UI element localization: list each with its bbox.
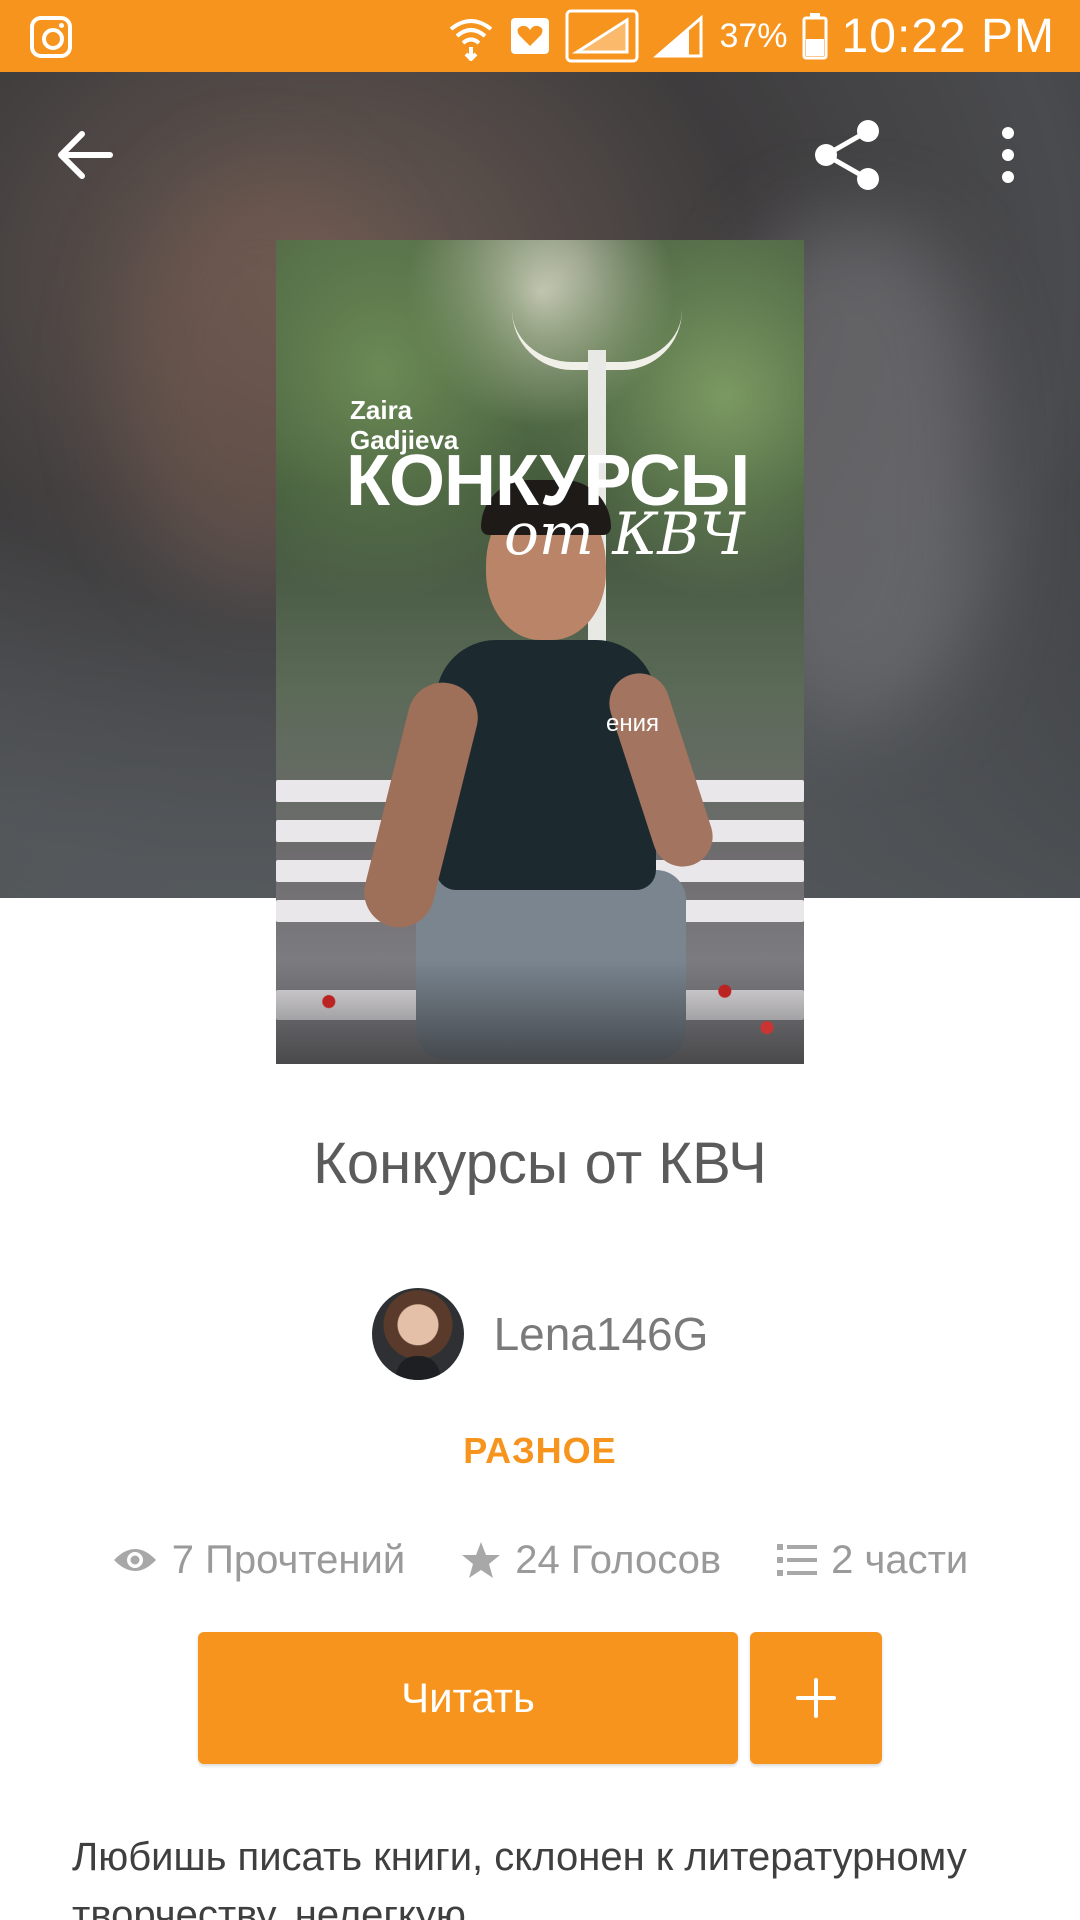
cover-script-title: от КВЧ	[504, 500, 745, 568]
read-button[interactable]: Читать	[198, 1632, 738, 1764]
avatar[interactable]	[371, 1288, 464, 1380]
read-button-label: Читать	[401, 1674, 535, 1721]
book-description: Любишь писать книги, склонен к литератур…	[72, 1835, 967, 1920]
add-to-library-button[interactable]	[750, 1632, 882, 1764]
stat-reads: 7 Прочтений	[112, 1538, 405, 1583]
status-bar: 37% 10:22 PM	[0, 0, 1080, 72]
book-title: Конкурсы от КВЧ	[313, 1131, 767, 1196]
list-icon	[777, 1544, 818, 1576]
stat-votes-label: 24 Голосов	[515, 1537, 722, 1582]
battery-percentage: 37%	[719, 16, 788, 55]
book-cover[interactable]: Zaira Gadjieva КОНКУРСЫ от КВЧ ения	[276, 240, 804, 1064]
wifi-icon	[450, 19, 493, 61]
cover-flowers	[276, 960, 804, 1064]
genre-label[interactable]: РАЗНОЕ	[0, 1430, 1080, 1472]
signal-icon	[565, 9, 639, 63]
stat-votes: 24 Голосов	[461, 1538, 721, 1583]
health-icon	[511, 18, 550, 54]
author-row[interactable]: Lena146G	[0, 1288, 1080, 1380]
cover-subtitle: ения	[606, 710, 660, 737]
signal-icon	[653, 14, 703, 58]
clock: 10:22 PM	[841, 9, 1055, 63]
more-vert-icon[interactable]	[990, 120, 1026, 190]
status-icons: 37% 10:22 PM	[447, 0, 1055, 72]
instagram-icon	[30, 16, 72, 58]
stat-parts: 2 части	[777, 1538, 968, 1583]
back-arrow-icon[interactable]	[50, 120, 120, 190]
battery-icon	[802, 13, 828, 60]
share-icon[interactable]	[810, 115, 890, 195]
stat-parts-label: 2 части	[831, 1537, 969, 1582]
author-name[interactable]: Lena146G	[494, 1307, 709, 1361]
eye-icon	[113, 1549, 156, 1571]
stat-reads-label: 7 Прочтений	[171, 1537, 406, 1582]
plus-icon	[796, 1678, 836, 1718]
star-icon	[462, 1542, 501, 1578]
book-stats: 7 Прочтений 24 Голосов 2 части	[0, 1530, 1080, 1590]
